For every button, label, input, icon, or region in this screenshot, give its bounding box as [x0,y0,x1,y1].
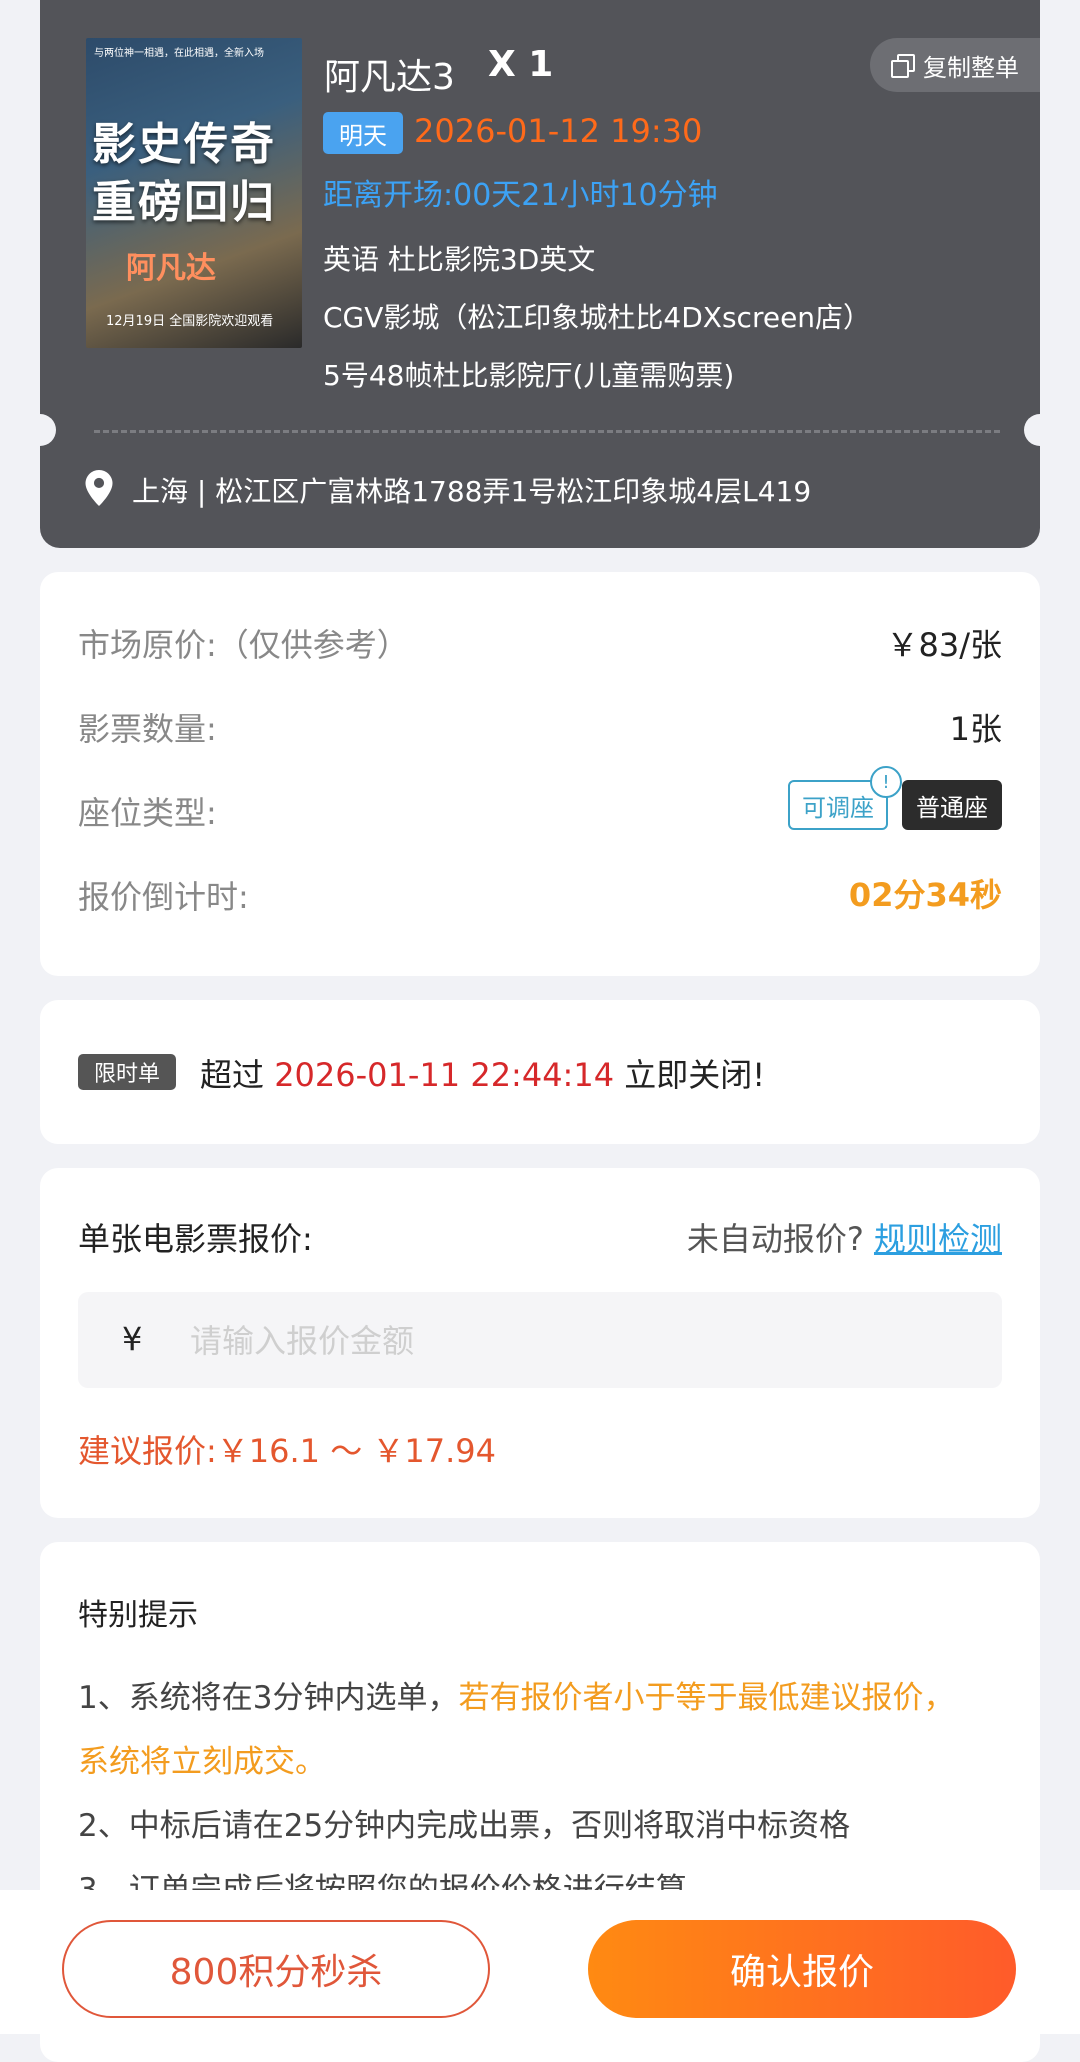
quote-countdown-label: 报价倒计时: [78,878,249,916]
cinema-address: 上海 | 松江区广富林路1788弄1号松江印象城4层L419 [132,475,812,508]
poster-release: 12月19日 全国影院欢迎观看 [106,314,274,329]
ticket-count-value: 1张 [949,710,1002,748]
ticket-quantity: X 1 [488,44,554,85]
rule-tip: 未自动报价? 规则检测 [687,1214,1002,1260]
suggested-price: 建议报价:￥16.1 ～ ￥17.94 [78,1432,496,1470]
copy-icon [891,54,915,78]
seat-type-tags: 可调座 ! 普通座 [788,766,1002,830]
points-flash-sale-button[interactable]: 800积分秒杀 [62,1920,490,2018]
limited-order-prefix: 超过 [200,1056,265,1094]
movie-poster: 与两位神一相遇，在此相遇，全新入场 影史传奇 重磅回归 阿凡达 12月19日 全… [86,38,302,348]
order-info-card: 市场原价:（仅供参考） ￥83/张 影票数量: 1张 座位类型: 可调座 ! 普… [40,572,1040,976]
confirm-quote-button[interactable]: 确认报价 [588,1920,1016,2018]
copy-order-button[interactable]: 复制整单 [870,38,1040,92]
ticket-divider [94,430,1000,433]
rule-check-link[interactable]: 规则检测 [874,1220,1002,1258]
day-badge: 明天 [323,112,403,154]
poster-top-text: 与两位神一相遇，在此相遇，全新入场 [94,48,264,59]
ticket-notch-left [24,414,56,446]
quote-input-box[interactable]: ¥ [78,1292,1002,1390]
rule-prompt: 未自动报价? [686,1220,864,1258]
tip-item-1-text: 1、系统将在3分钟内选单， [78,1680,459,1716]
poster-headline-2: 重磅回归 [92,177,276,228]
currency-symbol: ¥ [122,1320,143,1358]
adjustable-seat-label: 可调座 [802,793,874,822]
language-format: 英语 杜比影院3D英文 [323,243,596,276]
limited-order-text: 超过 2026-01-11 22:44:14 立即关闭! [200,1050,765,1096]
adjustable-seat-tag[interactable]: 可调座 ! [788,766,902,830]
show-time: 2026-01-12 19:30 [414,112,703,150]
quote-card: 单张电影票报价: 未自动报价? 规则检测 ¥ 建议报价:￥16.1 ～ ￥17.… [40,1168,1040,1518]
limited-order-card: 限时单 超过 2026-01-11 22:44:14 立即关闭! [40,1000,1040,1144]
tip-item-2: 2、中标后请在25分钟内完成出票，否则将取消中标资格 [78,1808,851,1844]
quote-amount-input[interactable] [188,1292,992,1390]
market-price-label: 市场原价:（仅供参考） [78,626,409,664]
hall-name: 5号48帧杜比影院厅(儿童需购票) [323,359,735,392]
cinema-name: CGV影城（松江印象城杜比4DXscreen店） [323,301,872,334]
quote-label: 单张电影票报价: [78,1220,313,1258]
movie-title: 阿凡达3 [324,57,455,98]
bottom-action-bar: 800积分秒杀 确认报价 [0,1890,1080,2034]
poster-headline-1: 影史传奇 [92,119,276,170]
limited-order-close-time: 2026-01-11 22:44:14 [274,1056,615,1094]
limited-order-badge: 限时单 [78,1054,176,1090]
tips-title: 特别提示 [78,1598,198,1633]
seat-type-label: 座位类型: [78,794,217,832]
start-countdown: 距离开场:00天21小时10分钟 [323,178,718,213]
quote-countdown-value: 02分34秒 [848,876,1002,914]
poster-subtitle: 阿凡达 [126,251,216,286]
location-pin-icon [85,470,113,506]
copy-order-label: 复制整单 [923,53,1019,82]
market-price-value: ￥83/张 [886,626,1002,664]
info-icon[interactable]: ! [870,766,902,798]
tip-item-1: 1、系统将在3分钟内选单，若有报价者小于等于最低建议报价，系统将立刻成交。 [78,1666,980,1794]
movie-ticket-card: 与两位神一相遇，在此相遇，全新入场 影史传奇 重磅回归 阿凡达 12月19日 全… [24,0,1056,548]
ticket-notch-right [1024,414,1056,446]
ticket-count-label: 影票数量: [78,710,217,748]
limited-order-suffix: 立即关闭! [624,1056,766,1094]
normal-seat-tag: 普通座 [902,780,1002,830]
